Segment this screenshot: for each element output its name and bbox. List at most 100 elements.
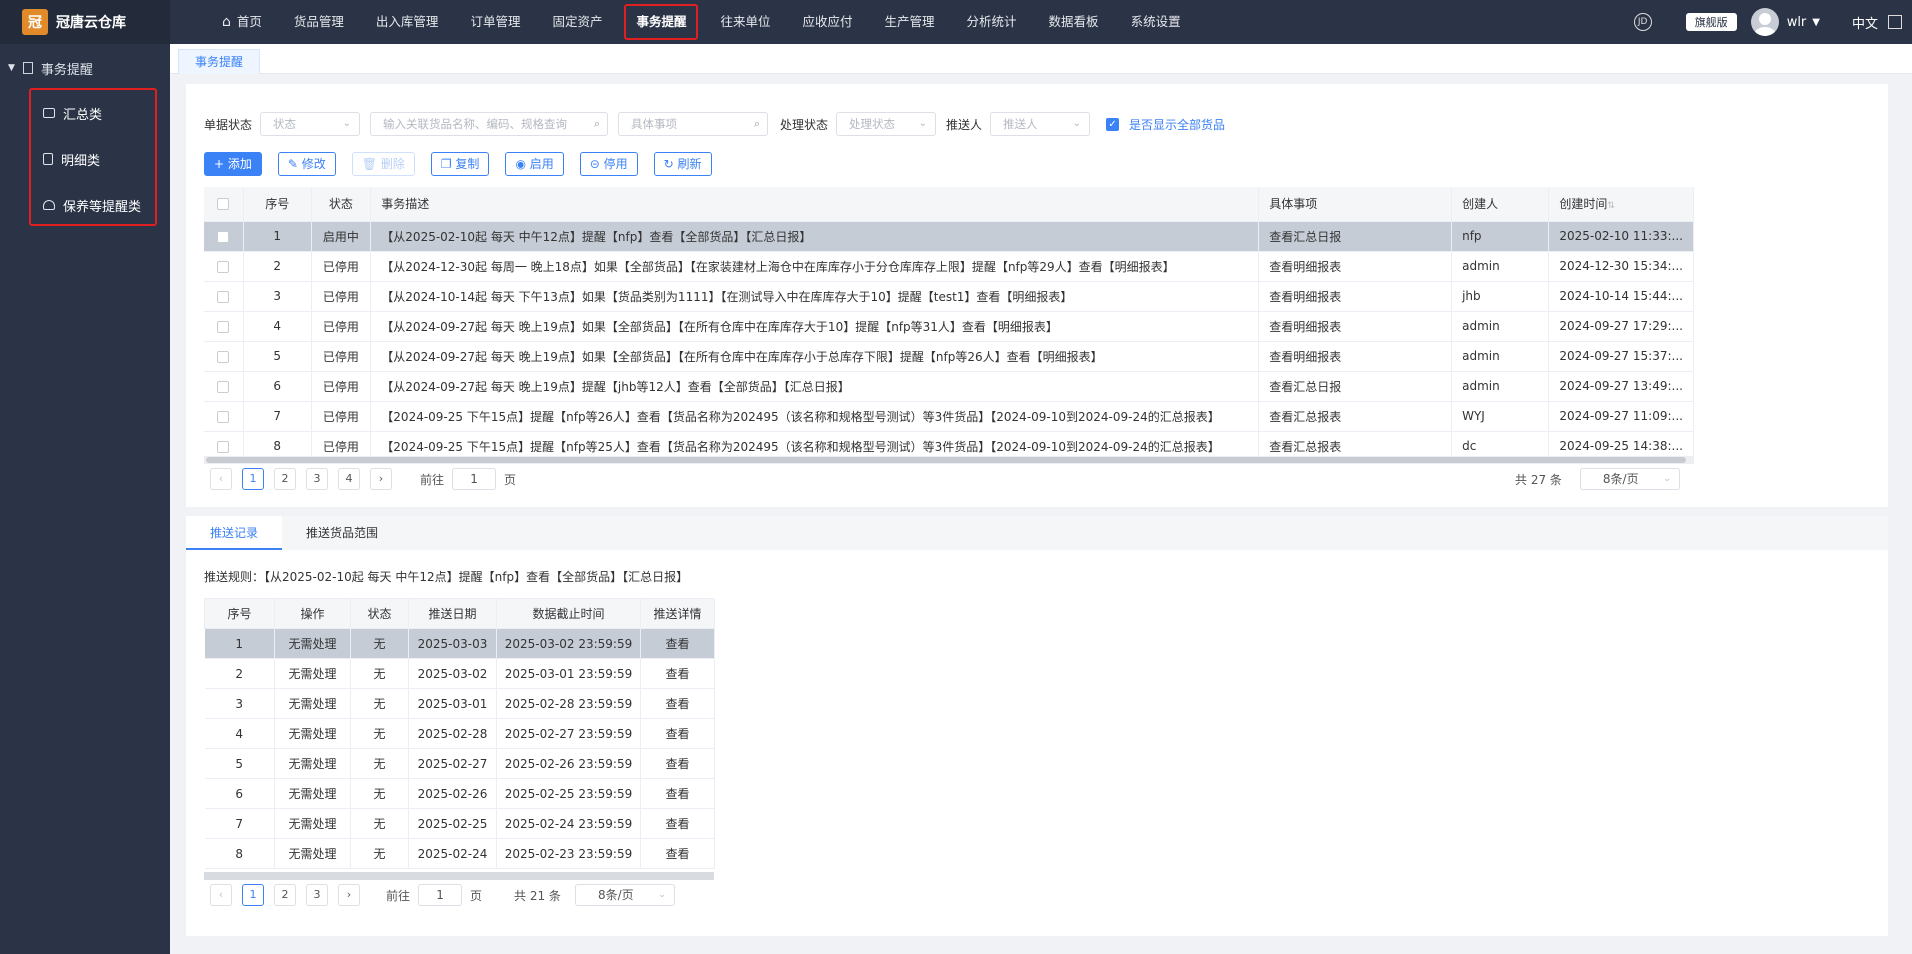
nav-partners[interactable]: 往来单位 (710, 5, 780, 39)
row-checkbox-cell[interactable] (204, 341, 244, 372)
push-row[interactable]: 8 无需处理无 2025-02-24 2025-02-23 23:59:59 查看 (204, 838, 715, 869)
page-4-button[interactable]: 4 (338, 468, 360, 490)
view-detail-link[interactable]: 查看 (640, 688, 715, 719)
push-row[interactable]: 1 无需处理无 2025-03-03 2025-03-02 23:59:59 查看 (204, 628, 715, 659)
page-jump-input[interactable]: 1 (418, 884, 463, 906)
table-row[interactable]: 7 已停用 【2024-09-25 下午15点】提醒【nfp等26人】查看【货品名称… (204, 401, 1694, 432)
page-size-select[interactable]: 8条/页 ⌄ (574, 884, 675, 906)
row-checkbox[interactable] (217, 320, 230, 333)
view-detail-link[interactable]: 查看 (640, 778, 715, 809)
next-page-button[interactable]: › (370, 468, 392, 490)
sidebar-group-reminders[interactable]: ▼ 事务提醒 (0, 44, 170, 92)
view-detail-link[interactable]: 查看 (640, 658, 715, 689)
user-name[interactable]: wlr (1787, 15, 1807, 30)
nav-goods[interactable]: 货品管理 (284, 5, 354, 39)
view-detail-link[interactable]: 查看 (640, 808, 715, 839)
table-row[interactable]: 5 已停用 【从2024-09-27起 每天 晚上19点】如果【全部货品】【在所有仓… (204, 341, 1694, 372)
nav-orders[interactable]: 订单管理 (460, 5, 530, 39)
row-checkbox[interactable] (217, 380, 230, 393)
sort-icon[interactable]: ⇅ (1607, 201, 1615, 211)
doc-status-select[interactable]: 状态 ⌄ (260, 112, 361, 136)
row-checkbox[interactable] (217, 290, 230, 303)
page-3-button[interactable]: 3 (306, 468, 328, 490)
table-row[interactable]: 4 已停用 【从2024-09-27起 每天 晚上19点】如果【全部货品】【在所有仓… (204, 311, 1694, 342)
nav-finance[interactable]: 应收应付 (793, 5, 863, 39)
horizontal-scrollbar[interactable] (204, 456, 1694, 464)
edit-button[interactable]: ✎ 修改 (277, 152, 336, 176)
prev-page-button[interactable]: ‹ (210, 884, 232, 906)
sidebar-item-detail[interactable]: 明细类 (31, 136, 155, 182)
copy-button[interactable]: ❐ 复制 (430, 152, 490, 176)
row-checkbox[interactable] (217, 410, 230, 423)
app-logo[interactable]: 冠 冠唐云仓库 (0, 0, 170, 44)
chevron-down-icon[interactable]: ▼ (1812, 17, 1820, 28)
scrollbar-thumb[interactable] (206, 457, 1686, 463)
table-row[interactable]: 6 已停用 【从2024-09-27起 每天 晚上19点】提醒【jhb等12人】查看… (204, 371, 1694, 402)
sidebar-item-maintenance[interactable]: 保养等提醒类 (31, 182, 155, 228)
row-checkbox[interactable] (217, 260, 230, 273)
row-checkbox-cell[interactable] (204, 371, 244, 402)
next-page-button[interactable]: › (338, 884, 360, 906)
nav-production[interactable]: 生产管理 (875, 5, 945, 39)
col-created[interactable]: 创建时间⇅ (1548, 187, 1694, 222)
page-1-button[interactable]: 1 (242, 884, 264, 906)
nav-analytics[interactable]: 分析统计 (957, 5, 1027, 39)
language-switch[interactable]: 中文 (1852, 13, 1878, 32)
table-row[interactable]: 2 已停用 【从2024-12-30起 每周一 晚上18点】如果【全部货品】【在家装… (204, 251, 1694, 282)
view-detail-link[interactable]: 查看 (640, 718, 715, 749)
push-horizontal-scrollbar[interactable] (204, 872, 714, 880)
process-status-select[interactable]: 处理状态 ⌄ (836, 112, 937, 136)
service-icon[interactable]: JD (1633, 13, 1652, 31)
tab-push-records[interactable]: 推送记录 (186, 516, 283, 550)
select-all-checkbox[interactable] (217, 198, 230, 211)
avatar[interactable] (1750, 8, 1779, 36)
cell-desc[interactable]: 【2024-09-25 下午15点】提醒【nfp等26人】查看【货品名称为202… (370, 401, 1260, 432)
cell-desc[interactable]: 【从2024-10-14起 每天 下午13点】如果【货品类别为1111】【在测试… (370, 281, 1260, 312)
show-all-label[interactable]: 是否显示全部货品 (1129, 116, 1225, 133)
push-row[interactable]: 6 无需处理无 2025-02-26 2025-02-25 23:59:59 查看 (204, 778, 715, 809)
cell-desc[interactable]: 【从2024-12-30起 每周一 晚上18点】如果【全部货品】【在家装建材上海… (370, 251, 1260, 282)
row-checkbox-cell[interactable] (204, 251, 244, 282)
push-row[interactable]: 2 无需处理无 2025-03-02 2025-03-01 23:59:59 查看 (204, 658, 715, 689)
push-row[interactable]: 4 无需处理无 2025-02-28 2025-02-27 23:59:59 查看 (204, 718, 715, 749)
cell-desc[interactable]: 【从2025-02-10起 每天 中午12点】提醒【nfp】查看【全部货品】【汇… (370, 221, 1260, 252)
nav-reminders[interactable]: 事务提醒 (624, 4, 699, 40)
row-checkbox-cell[interactable] (204, 281, 244, 312)
page-jump-input[interactable]: 1 (452, 468, 497, 490)
pusher-select[interactable]: 推送人 ⌄ (990, 112, 1091, 136)
cell-desc[interactable]: 【从2024-09-27起 每天 晚上19点】如果【全部货品】【在所有仓库中在库… (370, 311, 1260, 342)
page-2-button[interactable]: 2 (274, 884, 296, 906)
cell-desc[interactable]: 【从2024-09-27起 每天 晚上19点】如果【全部货品】【在所有仓库中在库… (370, 341, 1260, 372)
disable-button[interactable]: ⊝ 停用 (579, 152, 638, 176)
goods-search-input[interactable]: 输入关联货品名称、编码、规格查询 ⌕ (370, 112, 609, 136)
enable-button[interactable]: ◉ 启用 (505, 152, 564, 176)
page-3-button[interactable]: 3 (306, 884, 328, 906)
page-2-button[interactable]: 2 (274, 468, 296, 490)
push-row[interactable]: 3 无需处理无 2025-03-01 2025-02-28 23:59:59 查看 (204, 688, 715, 719)
view-detail-link[interactable]: 查看 (640, 838, 715, 869)
view-detail-link[interactable]: 查看 (640, 628, 715, 659)
cell-desc[interactable]: 【从2024-09-27起 每天 晚上19点】提醒【jhb等12人】查看【全部货… (370, 371, 1260, 402)
row-checkbox[interactable] (217, 440, 230, 453)
page-size-select[interactable]: 8条/页 ⌄ (1579, 468, 1680, 490)
refresh-button[interactable]: ↻ 刷新 (653, 152, 712, 176)
push-row[interactable]: 7 无需处理无 2025-02-25 2025-02-24 23:59:59 查看 (204, 808, 715, 839)
push-row[interactable]: 5 无需处理无 2025-02-27 2025-02-26 23:59:59 查看 (204, 748, 715, 779)
page-1-button[interactable]: 1 (242, 468, 264, 490)
add-button[interactable]: + 添加 (204, 152, 262, 176)
prev-page-button[interactable]: ‹ (210, 468, 232, 490)
row-checkbox-cell[interactable] (204, 401, 244, 432)
row-checkbox-cell[interactable] (204, 221, 244, 252)
row-checkbox[interactable] (217, 350, 230, 363)
nav-dashboard[interactable]: 数据看板 (1039, 5, 1109, 39)
tab-push-goods-range[interactable]: 推送货品范围 (282, 516, 402, 550)
table-row[interactable]: 1 启用中 【从2025-02-10起 每天 中午12点】提醒【nfp】查看【全部货… (204, 221, 1694, 252)
sidebar-item-summary[interactable]: 汇总类 (31, 90, 155, 136)
nav-stock-io[interactable]: 出入库管理 (366, 5, 449, 39)
show-all-checkbox[interactable]: ✓ (1106, 117, 1120, 131)
row-checkbox[interactable] (217, 230, 230, 243)
view-detail-link[interactable]: 查看 (640, 748, 715, 779)
nav-assets[interactable]: 固定资产 (542, 5, 612, 39)
table-row[interactable]: 3 已停用 【从2024-10-14起 每天 下午13点】如果【货品类别为1111】… (204, 281, 1694, 312)
fullscreen-icon[interactable] (1888, 15, 1902, 29)
